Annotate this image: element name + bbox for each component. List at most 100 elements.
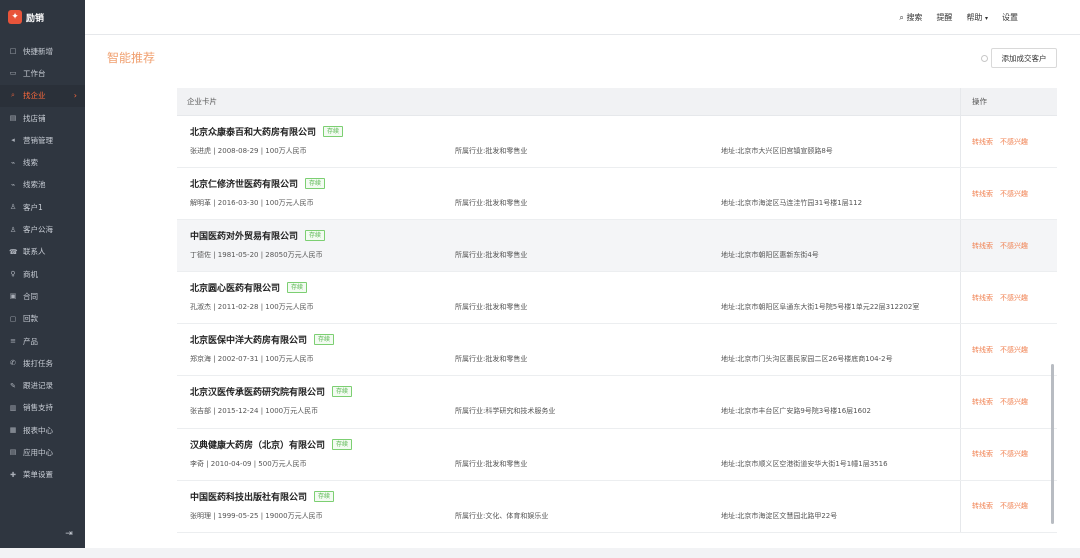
company-industry: 所属行业:批发和零售业 <box>455 303 528 312</box>
sidebar-item[interactable]: ▥ 销售支持 <box>0 397 85 419</box>
sidebar-item[interactable]: ≡ 产品 <box>0 330 85 352</box>
sidebar-item[interactable]: ▢ 回款 <box>0 308 85 330</box>
status-badge: 存续 <box>314 334 335 346</box>
to-lead-link[interactable]: 转线索 <box>972 397 993 407</box>
logo-icon: ✦ <box>8 10 22 24</box>
to-lead-link[interactable]: 转线索 <box>972 189 993 199</box>
row-operations: 转线索 不感兴趣 <box>960 220 1057 272</box>
company-basic-info: 解明革 | 2016-03-30 | 100万元人民币 <box>190 199 314 208</box>
app-logo[interactable]: ✦ 励销 <box>0 0 85 34</box>
chevron-down-icon: ▾ <box>984 14 988 22</box>
company-name[interactable]: 中国医药对外贸易有限公司 <box>190 229 298 242</box>
chevron-right-icon: › <box>73 91 77 101</box>
not-interested-link[interactable]: 不感兴趣 <box>1000 293 1028 303</box>
not-interested-link[interactable]: 不感兴趣 <box>1000 189 1028 199</box>
sidebar-item[interactable]: ✎ 跟进记录 <box>0 374 85 396</box>
status-badge: 存续 <box>332 438 353 450</box>
company-basic-info: 张明理 | 1999-05-25 | 19000万元人民币 <box>190 511 323 520</box>
sidebar-item-icon: ♀ <box>10 270 16 279</box>
sidebar-item-icon: ◂ <box>11 136 15 145</box>
not-interested-link[interactable]: 不感兴趣 <box>1000 345 1028 355</box>
sidebar-item[interactable]: ▭ 工作台 <box>0 62 85 84</box>
not-interested-link[interactable]: 不感兴趣 <box>1000 501 1028 511</box>
sidebar-item[interactable]: ⌁ 线索 <box>0 151 85 173</box>
table-row[interactable]: 北京圆心医药有限公司 存续 孔淑杰 | 2011-02-28 | 100万元人民币 所… <box>177 272 1057 325</box>
sidebar-item-icon: ▤ <box>9 448 17 457</box>
table-row[interactable]: 北京医保中洋大药房有限公司 存续 郑京海 | 2002-07-31 | 100万元人… <box>177 324 1057 377</box>
company-basic-info: 孔淑杰 | 2011-02-28 | 100万元人民币 <box>190 303 314 312</box>
sidebar-item-icon: ✎ <box>10 381 16 390</box>
sidebar-item[interactable]: ▦ 报表中心 <box>0 419 85 441</box>
to-lead-link[interactable]: 转线索 <box>972 137 993 147</box>
row-operations: 转线索 不感兴趣 <box>960 428 1057 480</box>
company-name[interactable]: 北京圆心医药有限公司 <box>190 281 280 294</box>
company-basic-info: 张吉部 | 2015-12-24 | 1000万元人民币 <box>190 407 319 416</box>
sidebar-item-icon: □ <box>9 47 17 56</box>
not-interested-link[interactable]: 不感兴趣 <box>1000 397 1028 407</box>
sidebar-item[interactable]: ♙ 客户1 <box>0 196 85 218</box>
sidebar-item-label: 合同 <box>23 291 38 301</box>
row-operations: 转线索 不感兴趣 <box>960 272 1057 324</box>
to-lead-link[interactable]: 转线索 <box>972 293 993 303</box>
company-address: 地址:北京市门头沟区惠民家园二区26号楼底商104-2号 <box>721 355 893 364</box>
status-dot-icon <box>981 55 988 62</box>
table-row[interactable]: 北京众康泰百和大药房有限公司 存续张进虎 | 2008-08-29 | 100万人… <box>177 116 1057 169</box>
company-industry: 所属行业:批发和零售业 <box>455 459 528 468</box>
sidebar-item-icon: ▢ <box>9 314 17 323</box>
sidebar-item[interactable]: ♙ 客户公海 <box>0 218 85 240</box>
enterprise-card: 北京仁修济世医药有限公司 存续解明革 | 2016-03-30 | 100万元人民… <box>177 168 960 219</box>
status-badge: 存续 <box>305 178 326 190</box>
to-lead-link[interactable]: 转线索 <box>972 501 993 511</box>
not-interested-link[interactable]: 不感兴趣 <box>1000 137 1028 147</box>
sidebar-item[interactable]: ✆ 拨打任务 <box>0 352 85 374</box>
sidebar-item[interactable]: ♀ 商机 <box>0 263 85 285</box>
table-row[interactable]: 中国医药科技出版社有限公司 存续 张明理 | 1999-05-25 | 19000万… <box>177 480 1057 533</box>
status-badge: 存续 <box>305 230 326 242</box>
help-menu[interactable]: 帮助 ▾ <box>966 12 988 23</box>
remind-link[interactable]: 提醒 <box>936 12 952 23</box>
company-name[interactable]: 北京众康泰百和大药房有限公司 <box>190 125 316 138</box>
sidebar-item[interactable]: ✚ 菜单设置 <box>0 464 85 486</box>
company-name[interactable]: 北京汉医传承医药研究院有限公司 <box>190 385 325 398</box>
company-industry: 所属行业:批发和零售业 <box>455 147 528 155</box>
settings-link[interactable]: 设置 <box>1002 12 1018 23</box>
card-title: 北京众康泰百和大药房有限公司 存续 <box>190 125 344 138</box>
sidebar-item-icon: ▤ <box>9 114 17 123</box>
sidebar-item[interactable]: ☎ 联系人 <box>0 241 85 263</box>
table-row[interactable]: 中国医药对外贸易有限公司 存续 丁德佐 | 1981-05-20 | 28050万元… <box>177 220 1057 273</box>
company-name[interactable]: 中国医药科技出版社有限公司 <box>190 490 307 503</box>
sidebar-item[interactable]: ⌁ 线索池 <box>0 174 85 196</box>
table-row[interactable]: 北京汉医传承医药研究院有限公司 存续 张吉部 | 2015-12-24 | 1000… <box>177 376 1057 429</box>
sidebar-item[interactable]: ⌕ 找企业 › <box>0 84 85 107</box>
add-deal-customer-button[interactable]: 添加成交客户 <box>991 48 1057 68</box>
sidebar-item[interactable]: ▤ 应用中心 <box>0 441 85 463</box>
sidebar-item[interactable]: ▤ 找店铺 <box>0 107 85 129</box>
sidebar-item[interactable]: □ 快捷新增 <box>0 40 85 62</box>
to-lead-link[interactable]: 转线索 <box>972 241 993 251</box>
card-title: 中国医药对外贸易有限公司 存续 <box>190 229 326 242</box>
not-interested-link[interactable]: 不感兴趣 <box>1000 241 1028 251</box>
company-basic-info: 张进虎 | 2008-08-29 | 100万人民币 <box>190 147 307 155</box>
to-lead-link[interactable]: 转线索 <box>972 449 993 459</box>
not-interested-link[interactable]: 不感兴趣 <box>1000 449 1028 459</box>
company-industry: 所属行业:批发和零售业 <box>455 199 528 208</box>
sidebar-item-label: 营销管理 <box>23 135 53 145</box>
table-row[interactable]: 汉典健康大药房（北京）有限公司 存续 李奇 | 2010-04-09 | 500万元… <box>177 428 1057 481</box>
search-link[interactable]: ⌕ 搜索 <box>899 12 922 23</box>
collapse-sidebar-icon[interactable]: ⇥ <box>64 530 74 539</box>
sidebar-item-icon: ♙ <box>9 225 17 234</box>
sidebar-item-label: 应用中心 <box>23 447 53 457</box>
top-nav: ⌕ 搜索 提醒 帮助 ▾ 设置 <box>899 0 1018 34</box>
sidebar-item-label: 回款 <box>23 314 38 324</box>
to-lead-link[interactable]: 转线索 <box>972 345 993 355</box>
sidebar-item[interactable]: ◂ 营销管理 <box>0 129 85 151</box>
company-name[interactable]: 北京仁修济世医药有限公司 <box>190 177 298 190</box>
company-name[interactable]: 北京医保中洋大药房有限公司 <box>190 333 307 346</box>
table-scrollbar[interactable] <box>1051 364 1054 524</box>
company-name[interactable]: 汉典健康大药房（北京）有限公司 <box>190 438 325 451</box>
company-address: 地址:北京市朝阳区阜通东大街1号院5号楼1单元22层312202室 <box>721 303 920 312</box>
company-address: 地址:北京市大兴区旧宫镇宣颐路8号 <box>721 147 833 155</box>
table-row[interactable]: 北京仁修济世医药有限公司 存续解明革 | 2016-03-30 | 100万元人民… <box>177 168 1057 221</box>
sidebar-item[interactable]: ▣ 合同 <box>0 285 85 307</box>
row-operations: 转线索 不感兴趣 <box>960 116 1057 168</box>
